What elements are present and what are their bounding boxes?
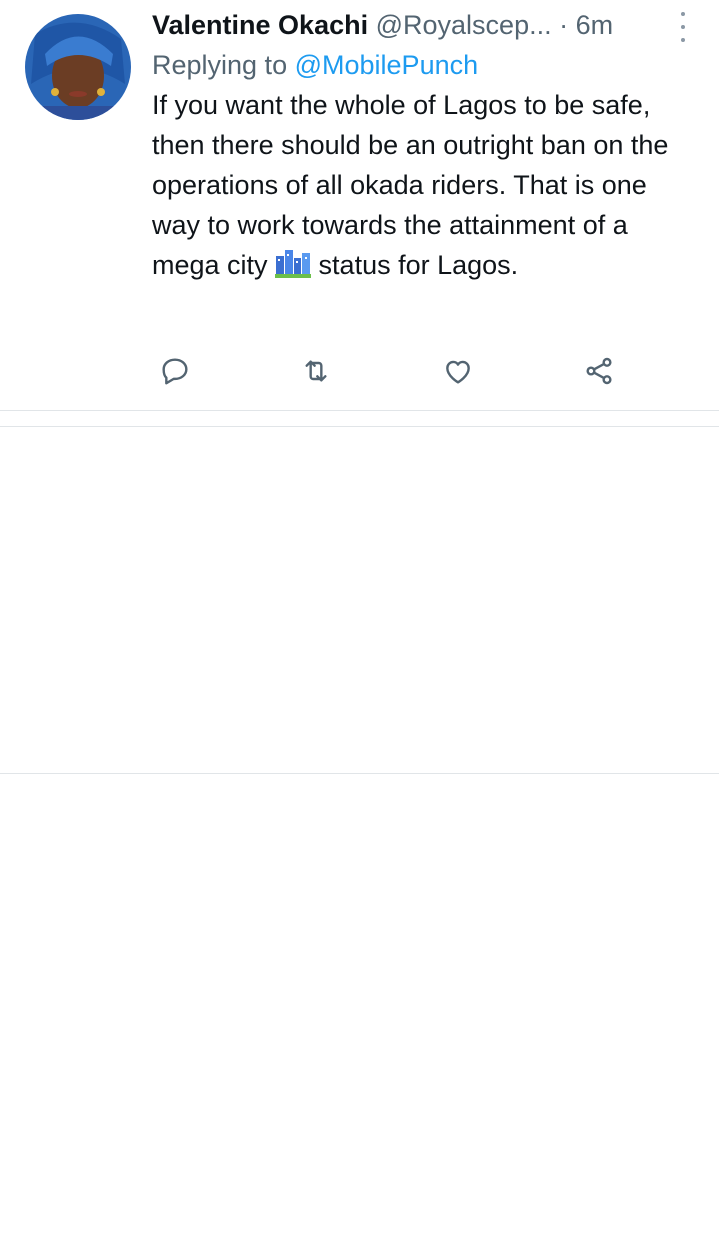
reply-item[interactable] (0, 0, 719, 427)
reply-item[interactable] (0, 427, 719, 774)
